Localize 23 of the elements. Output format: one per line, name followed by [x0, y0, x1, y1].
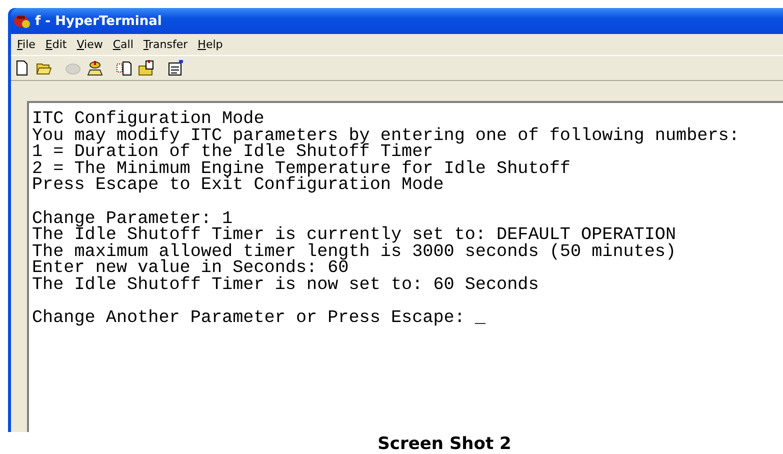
terminal-line: ITC Configuration Mode [32, 111, 264, 128]
properties-icon[interactable] [166, 58, 185, 78]
terminal-line: The maximum allowed timer length is 3000 seconds (50 minutes) [32, 244, 676, 260]
menu-item[interactable]: Transfer [139, 38, 194, 51]
caption: Screen Shot 2 [376, 434, 512, 454]
menu-item[interactable]: Help [194, 38, 229, 51]
terminal-line: Enter new value in Seconds: 60 [32, 260, 349, 277]
terminal-line: 1 = Duration of the Idle Shutoff Timer [32, 144, 434, 161]
terminal-line: The Idle Shutoff Timer is now set to: 60 Seconds [32, 276, 539, 294]
terminal-line: Press Escape to Exit Configuration Mode [32, 177, 444, 194]
terminal-line: 2 = The Minimum Engine Temperature for Idle Shutoff [32, 160, 570, 178]
terminal-line: The Idle Shutoff Timer is currently set to: DEFAULT OPERATION [32, 227, 676, 244]
menu-item[interactable]: Call [108, 38, 140, 51]
terminal-line: Change Parameter: 1 [32, 210, 233, 228]
menu-item[interactable]: File [13, 38, 42, 51]
menu-item[interactable]: View [72, 38, 109, 51]
terminal-line: You may modify ITC parameters by entering one of following numbers: [32, 128, 740, 144]
document-icon[interactable] [115, 58, 134, 78]
cursor: _ [474, 310, 486, 327]
window-title: f - HyperTerminal [35, 14, 162, 28]
terminal-line: Change Another Parameter or Press Escape: [32, 310, 465, 327]
menu-item[interactable]: Edit [41, 38, 73, 51]
folder-icon[interactable] [137, 58, 156, 78]
